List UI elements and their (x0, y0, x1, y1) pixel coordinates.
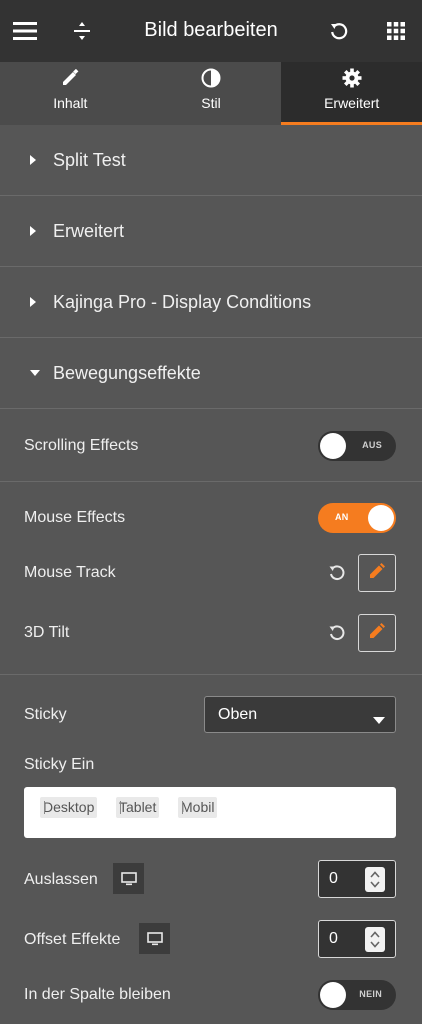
number-value: 0 (329, 870, 338, 887)
toggle-knob (320, 433, 346, 459)
panel-title: Bild bearbeiten (144, 19, 278, 41)
reset-icon[interactable] (328, 624, 346, 642)
divider (0, 674, 422, 675)
tab-advanced[interactable]: Erweitert (281, 62, 422, 125)
sticky-on-label: Sticky Ein (24, 756, 95, 773)
tab-style[interactable]: Stil (141, 62, 282, 125)
caret-right-icon (30, 226, 44, 236)
caret-right-icon (30, 155, 44, 165)
3d-tilt-label: 3D Tilt (24, 624, 70, 641)
mouse-effects-toggle[interactable]: AN (318, 503, 396, 533)
stay-in-column-toggle[interactable]: NEIN (318, 980, 396, 1010)
number-value: 0 (329, 930, 338, 947)
tab-content[interactable]: Inhalt (0, 62, 141, 125)
offset-effects-label: Offset Effekte (24, 931, 121, 948)
history-icon[interactable] (324, 16, 354, 46)
scrolling-effects-toggle[interactable]: AUS (318, 431, 396, 461)
3d-tilt-edit-button[interactable] (358, 614, 396, 652)
chip-remove-icon[interactable] (120, 801, 121, 814)
section-label: Split Test (53, 149, 126, 170)
chip-label: Mobil (181, 799, 215, 815)
caret-right-icon (30, 297, 44, 307)
chip-mobile[interactable]: Mobil (178, 797, 218, 818)
section-label: Kajinga Pro - Display Conditions (53, 291, 312, 312)
reset-icon[interactable] (328, 564, 346, 582)
section-split-test[interactable]: Split Test (0, 125, 422, 196)
auslassen-number-input[interactable]: 0 (318, 860, 396, 898)
sticky-label: Sticky (24, 706, 67, 723)
sticky-select[interactable]: Oben (204, 696, 396, 733)
stay-in-column-label: In der Spalte bleiben (24, 986, 171, 1003)
panel-header: Bild bearbeiten (0, 0, 422, 62)
toggle-knob (368, 505, 394, 531)
desktop-icon[interactable] (113, 863, 144, 894)
chip-remove-icon[interactable] (44, 801, 45, 814)
section-display-conditions[interactable]: Kajinga Pro - Display Conditions (0, 267, 422, 338)
toggle-state-text: AUS (362, 440, 382, 450)
mouse-effects-label: Mouse Effects (24, 509, 126, 526)
columns-icon[interactable] (67, 16, 97, 46)
caret-down-icon (30, 370, 44, 376)
scrolling-effects-label: Scrolling Effects (24, 437, 139, 454)
mouse-track-label: Mouse Track (24, 564, 116, 581)
section-advanced[interactable]: Erweitert (0, 196, 422, 267)
offset-number-input[interactable]: 0 (318, 920, 396, 958)
section-motion-effects[interactable]: Bewegungseffekte (0, 338, 422, 409)
pencil-icon (369, 622, 385, 644)
chip-remove-icon[interactable] (182, 801, 183, 814)
contrast-icon (201, 68, 221, 88)
divider (0, 481, 422, 482)
chip-label: Desktop (43, 799, 95, 815)
sticky-on-multiselect[interactable]: Desktop Tablet Mobil (24, 787, 396, 838)
toggle-knob (320, 982, 346, 1008)
section-label: Erweitert (53, 220, 125, 241)
caret-down-icon (373, 711, 385, 729)
toggle-state-text: NEIN (359, 989, 382, 999)
number-spinner[interactable] (365, 927, 385, 952)
gear-icon (342, 68, 362, 88)
pencil-icon (369, 562, 385, 584)
tab-advanced-label: Erweitert (324, 95, 380, 111)
desktop-icon[interactable] (139, 923, 170, 954)
grid-icon[interactable] (381, 16, 411, 46)
pencil-icon (61, 68, 79, 88)
section-label: Bewegungseffekte (53, 362, 201, 383)
mouse-track-edit-button[interactable] (358, 554, 396, 592)
number-spinner[interactable] (365, 867, 385, 892)
chip-desktop[interactable]: Desktop (40, 797, 98, 818)
auslassen-label: Auslassen (24, 871, 98, 888)
hamburger-icon[interactable] (10, 16, 40, 46)
tab-bar: Inhalt Stil Erweitert (0, 62, 422, 125)
chip-label: Tablet (119, 799, 157, 815)
tab-style-label: Stil (201, 95, 221, 111)
toggle-state-text: AN (335, 512, 349, 522)
tab-content-label: Inhalt (53, 95, 88, 111)
sticky-select-value: Oben (218, 705, 258, 723)
chip-tablet[interactable]: Tablet (116, 797, 160, 818)
